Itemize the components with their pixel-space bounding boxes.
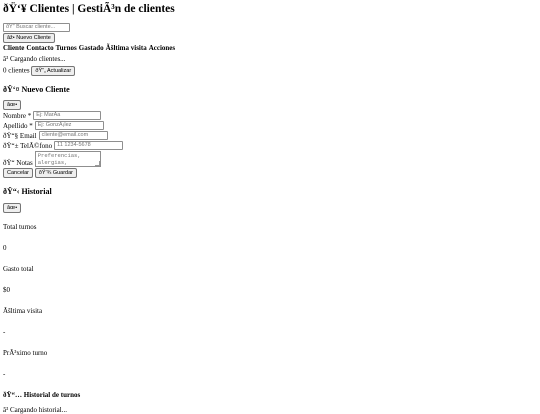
proximo-turno-value: - — [3, 370, 6, 379]
ultima-visita-value: - — [3, 328, 6, 337]
total-turnos-label: Total turnos — [3, 223, 37, 232]
column-header-gastado: Gastado — [78, 43, 104, 52]
history-modal-title: ðŸ“‹ Historial — [3, 187, 52, 197]
history-section-title: ðŸ“… Historial de turnos — [3, 391, 81, 400]
gasto-total-label: Gasto total — [3, 265, 34, 274]
column-header-acciones: Acciones — [148, 43, 176, 52]
clients-loading-text: â³ Cargando clientes... — [3, 54, 66, 63]
nombre-label: Nombre * — [3, 111, 32, 120]
page-title: ðŸ‘¥ Clientes | GestiÃ³n de clientes — [3, 3, 175, 15]
refresh-button[interactable]: ðŸ”„ Actualizar — [31, 65, 76, 76]
apellido-field[interactable]: Ej: GonzÃ¡lez — [34, 121, 104, 131]
telefono-field[interactable]: 11 1234-5678 — [54, 141, 124, 151]
notas-label: ðŸ“ Notas — [3, 159, 33, 168]
total-turnos-value: 0 — [3, 244, 7, 253]
resize-handle[interactable] — [94, 161, 100, 167]
save-button[interactable]: ðŸ’¾ Guardar — [34, 168, 78, 179]
clients-page: ðŸ‘¥ Clientes | GestiÃ³n de clientes ðŸ”… — [0, 0, 540, 414]
close-icon[interactable]: âœ• — [3, 100, 22, 111]
cancel-button[interactable]: Cancelar — [3, 168, 34, 179]
new-client-button[interactable]: âž• Nuevo Cliente — [3, 32, 55, 43]
new-client-modal: ðŸ‘¤ Nuevo Cliente âœ• Nombre * Ej: MarÃ… — [3, 85, 537, 179]
clients-table-header: Cliente Contacto Turnos Gastado Ãšltima visi… — [3, 44, 537, 52]
history-loading-text: â³ Cargando historial... — [3, 405, 67, 414]
telefono-label: ðŸ“± TelÃ©fono — [3, 141, 53, 150]
notas-placeholder-line2: alergias, — [37, 159, 68, 167]
nombre-field[interactable]: Ej: MarÃ­a — [33, 111, 102, 121]
client-count: 0 clientes — [3, 66, 30, 75]
column-header-turnos: Turnos — [55, 43, 77, 52]
email-label: ðŸ“§ Email — [3, 131, 37, 140]
new-client-modal-title: ðŸ‘¤ Nuevo Cliente — [3, 84, 70, 94]
ultima-visita-label: Ãšltima visita — [3, 307, 43, 316]
email-field[interactable]: cliente@email.com — [38, 131, 108, 141]
column-header-contacto: Contacto — [26, 43, 54, 52]
notas-placeholder-line1: Preferencias, — [37, 152, 81, 160]
search-input[interactable]: ðŸ” Buscar cliente... — [3, 22, 70, 32]
gasto-total-value: $0 — [3, 286, 10, 295]
proximo-turno-label: PrÃ³ximo turno — [3, 349, 48, 358]
column-header-cliente: Cliente — [3, 43, 25, 52]
apellido-label: Apellido * — [3, 121, 33, 130]
history-modal: ðŸ“‹ Historial âœ• Total turnos 0 Gasto … — [3, 187, 537, 414]
column-header-ultima-visita: Ãšltima visita — [105, 43, 147, 52]
notas-textarea[interactable]: Preferencias, alergias, — [34, 151, 101, 168]
close-icon[interactable]: âœ• — [3, 203, 22, 214]
